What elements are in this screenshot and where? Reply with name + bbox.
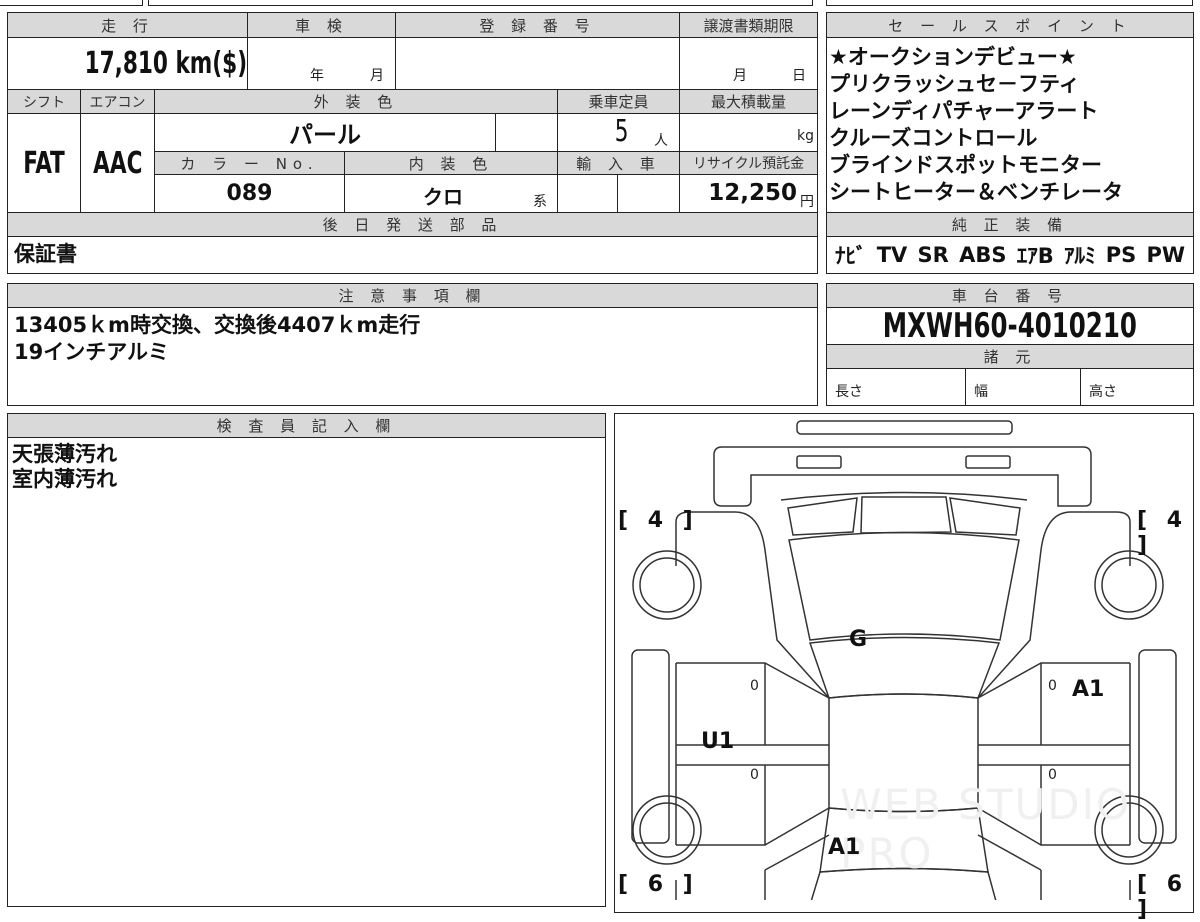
damage-mark-rear: A1 — [828, 835, 861, 860]
rear-lamp-left — [796, 455, 842, 469]
roof-front — [808, 636, 1001, 699]
door-mark-zero: 0 — [750, 678, 759, 694]
tire-tread-rear-right: [ 6 ] — [1137, 872, 1189, 922]
door-mark-zero: 0 — [1048, 678, 1057, 694]
rear-glass — [780, 491, 1028, 536]
car-outline-drawing — [631, 420, 1177, 900]
rear-bumper — [796, 420, 1013, 435]
tire-tread-front-right: [ 4 ] — [1137, 508, 1189, 558]
damage-mark-right-door: A1 — [1072, 677, 1105, 702]
rear-lamp-right — [965, 455, 1011, 469]
rear-fenders — [675, 511, 1131, 699]
tire-tread-front-left: [ 4 ] — [618, 508, 699, 533]
damage-mark-left-door: U1 — [701, 729, 735, 754]
tire-tread-rear-left: [ 6 ] — [618, 872, 699, 897]
door-mark-zero: 0 — [750, 767, 759, 783]
rear-windshield — [788, 531, 1020, 641]
watermark: WEB STUDIO PRO — [840, 780, 1132, 878]
door-mark-zero: 0 — [1048, 767, 1057, 783]
damage-mark-windshield: G — [849, 627, 868, 652]
